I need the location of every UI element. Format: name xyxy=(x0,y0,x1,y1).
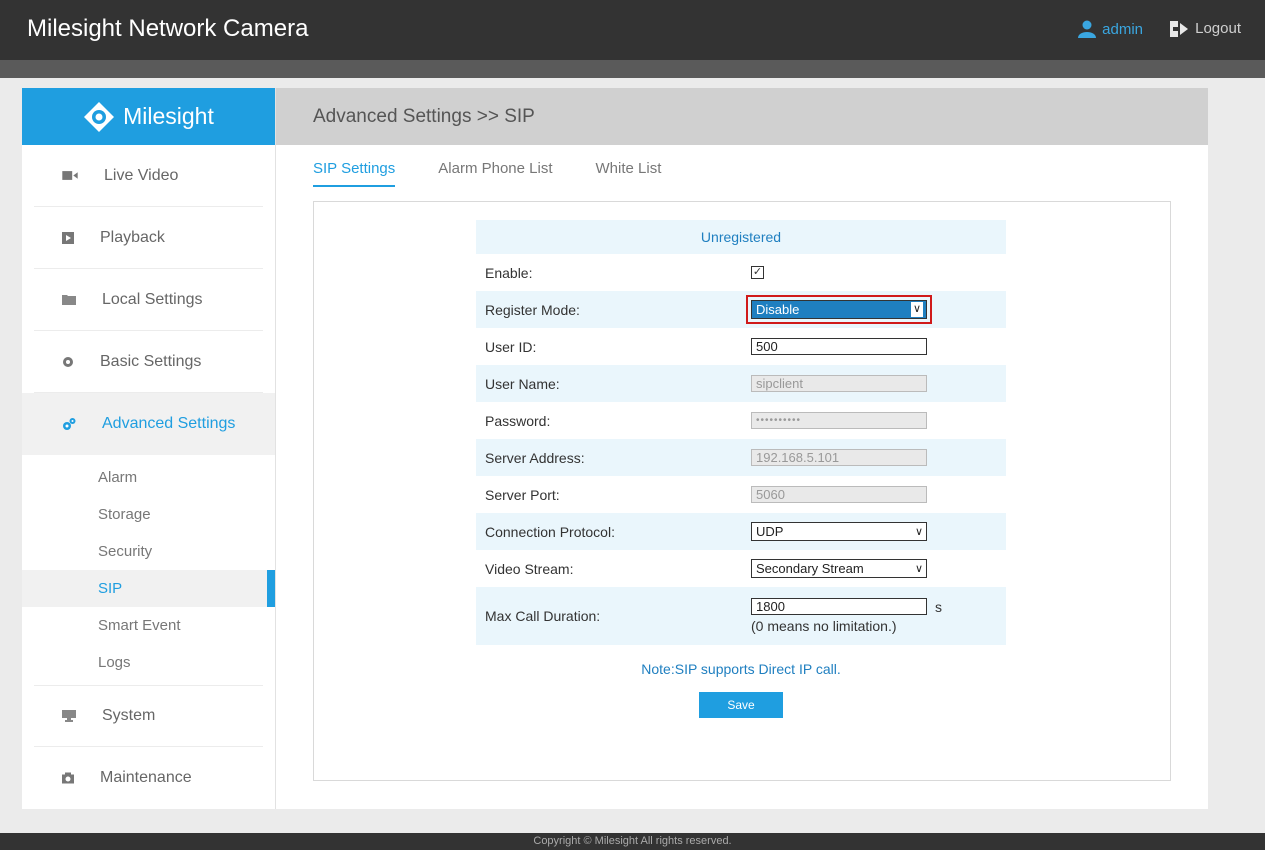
tab-sip-settings[interactable]: SIP Settings xyxy=(313,160,396,187)
form-rows: Enable: ✓ Register Mode: Disable ∨ User … xyxy=(476,254,1006,645)
form-row-register-mode: Register Mode: Disable ∨ xyxy=(476,291,1006,328)
sidebar-item-label: Local Settings xyxy=(102,290,203,308)
max-call-hint: (0 means no limitation.) xyxy=(751,618,897,634)
register-mode-select[interactable]: Disable ∨ xyxy=(751,300,927,319)
form-row-video-stream: Video Stream: Secondary Stream ∨ xyxy=(476,550,1006,587)
top-bar: Milesight Network Camera admin Logout xyxy=(0,0,1265,60)
sidebar-item-label: System xyxy=(102,707,156,724)
app-title: Milesight Network Camera xyxy=(27,15,309,42)
registration-status: Unregistered xyxy=(476,220,1006,254)
username[interactable]: admin xyxy=(1102,21,1143,38)
settings-panel: Unregistered Enable: ✓ Register Mode: Di… xyxy=(313,201,1171,781)
form-row-password: Password: •••••••••• xyxy=(476,402,1006,439)
submenu-item-smart-event[interactable]: Smart Event xyxy=(22,607,275,644)
advanced-gears-icon xyxy=(63,418,76,430)
logout-icon xyxy=(1170,20,1189,37)
form-row-server-port: Server Port: 5060 xyxy=(476,476,1006,513)
breadcrumb: Advanced Settings >> SIP xyxy=(276,88,1208,145)
footer-copyright: Copyright © Milesight All rights reserve… xyxy=(0,833,1265,850)
tab-bar: SIP Settings Alarm Phone List White List xyxy=(313,160,704,187)
user-id-input[interactable]: 500 xyxy=(751,338,927,355)
submenu-item-logs[interactable]: Logs xyxy=(22,644,275,681)
sidebar-item-label: Maintenance xyxy=(100,769,192,786)
register-mode-label: Register Mode: xyxy=(485,301,580,318)
form-row-max-call: Max Call Duration: 1800 s (0 means no li… xyxy=(476,587,1006,645)
form-row-user-id: User ID: 500 xyxy=(476,328,1006,365)
enable-label: Enable: xyxy=(485,264,533,281)
save-button[interactable]: Save xyxy=(699,692,783,718)
camera-icon xyxy=(62,772,74,784)
protocol-select[interactable]: UDP ∨ xyxy=(751,522,927,541)
protocol-label: Connection Protocol: xyxy=(485,523,615,540)
tab-white-list[interactable]: White List xyxy=(596,160,662,187)
brand-name: Milesight xyxy=(123,103,214,129)
submenu-item-sip[interactable]: SIP xyxy=(22,570,275,607)
register-mode-value: Disable xyxy=(756,302,800,317)
password-label: Password: xyxy=(485,412,551,429)
user-menu[interactable]: admin xyxy=(1078,20,1143,38)
sidebar-item-basic-settings[interactable]: Basic Settings xyxy=(34,331,263,393)
server-port-label: Server Port: xyxy=(485,486,560,503)
monitor-icon xyxy=(62,710,76,722)
form-row-enable: Enable: ✓ xyxy=(476,254,1006,291)
sub-bar xyxy=(0,60,1265,78)
video-icon xyxy=(62,171,78,180)
chevron-down-icon: ∨ xyxy=(914,526,923,538)
sidebar-item-advanced-settings[interactable]: Advanced Settings xyxy=(22,393,275,455)
user-name-input: sipclient xyxy=(751,375,927,392)
logout-label[interactable]: Logout xyxy=(1195,20,1241,37)
user-name-label: User Name: xyxy=(485,375,560,392)
submenu-item-storage[interactable]: Storage xyxy=(22,496,275,533)
password-input: •••••••••• xyxy=(751,412,927,429)
protocol-value: UDP xyxy=(756,524,784,539)
form-row-protocol: Connection Protocol: UDP ∨ xyxy=(476,513,1006,550)
sidebar-item-local-settings[interactable]: Local Settings xyxy=(34,269,263,331)
chevron-down-icon: ∨ xyxy=(910,302,923,317)
form-row-server-address: Server Address: 192.168.5.101 xyxy=(476,439,1006,476)
sidebar-item-label: Advanced Settings xyxy=(102,415,236,432)
video-stream-label: Video Stream: xyxy=(485,560,574,577)
sidebar-item-label: Live Video xyxy=(104,166,179,184)
max-call-input[interactable]: 1800 xyxy=(751,598,927,615)
folder-icon xyxy=(62,295,76,305)
playback-icon xyxy=(62,231,74,244)
user-icon xyxy=(1078,20,1097,38)
server-port-input: 5060 xyxy=(751,486,927,503)
milesight-logo-icon xyxy=(84,101,115,132)
form-row-user-name: User Name: sipclient xyxy=(476,365,1006,402)
main-card: Milesight Live Video Playback Local Sett… xyxy=(22,88,1208,809)
sidebar-item-label: Basic Settings xyxy=(100,352,202,370)
sidebar: Milesight Live Video Playback Local Sett… xyxy=(22,88,276,809)
highlight-box: Disable ∨ xyxy=(746,295,932,324)
video-stream-value: Secondary Stream xyxy=(756,561,864,576)
sidebar-item-maintenance[interactable]: Maintenance xyxy=(34,747,263,809)
brand-logo: Milesight xyxy=(22,88,275,145)
max-call-label: Max Call Duration: xyxy=(485,608,601,624)
advanced-submenu: Alarm Storage Security SIP Smart Event L… xyxy=(22,455,275,685)
server-address-label: Server Address: xyxy=(485,449,585,466)
video-stream-select[interactable]: Secondary Stream ∨ xyxy=(751,559,927,578)
server-address-input: 192.168.5.101 xyxy=(751,449,927,466)
sip-form: Unregistered Enable: ✓ Register Mode: Di… xyxy=(476,220,1006,718)
sidebar-item-system[interactable]: System xyxy=(34,685,263,747)
tab-alarm-phone-list[interactable]: Alarm Phone List xyxy=(438,160,552,187)
user-id-label: User ID: xyxy=(485,338,537,355)
sidebar-item-live-video[interactable]: Live Video xyxy=(34,145,263,207)
gear-icon xyxy=(63,356,73,367)
content-area: Advanced Settings >> SIP SIP Settings Al… xyxy=(276,88,1208,809)
chevron-down-icon: ∨ xyxy=(914,563,923,575)
sidebar-item-label: Playback xyxy=(100,228,165,246)
logout-button[interactable]: Logout xyxy=(1170,20,1241,37)
sidebar-item-playback[interactable]: Playback xyxy=(34,207,263,269)
max-call-unit: s xyxy=(935,598,942,615)
enable-checkbox[interactable]: ✓ xyxy=(751,266,764,279)
submenu-item-alarm[interactable]: Alarm xyxy=(22,459,275,496)
sip-note: Note:SIP supports Direct IP call. xyxy=(641,661,841,677)
submenu-item-security[interactable]: Security xyxy=(22,533,275,570)
